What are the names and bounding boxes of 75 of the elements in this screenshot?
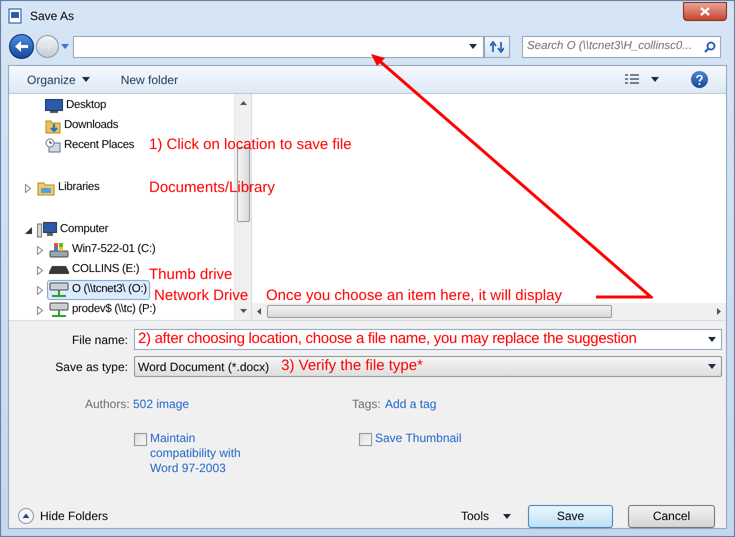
annotation-text: 3) Verify the file type* — [281, 356, 424, 376]
recent-places-icon — [45, 138, 61, 154]
search-icon — [704, 40, 716, 53]
checkbox-label: Maintain compatibility with Word 97-2003 — [150, 431, 242, 476]
word-document-icon — [8, 8, 24, 24]
organize-button[interactable]: Organize — [27, 70, 90, 88]
save-button[interactable]: Save — [528, 504, 613, 528]
nav-item[interactable]: COLLINS (E:) — [47, 260, 142, 280]
file-name-label: File name: — [70, 332, 129, 348]
scroll-up-icon[interactable] — [240, 101, 246, 105]
expand-arrow-icon[interactable] — [37, 306, 43, 314]
collapse-up-icon — [18, 508, 34, 524]
nav-item[interactable]: O (\\tcnet3\ (O:) — [47, 280, 150, 300]
search-field[interactable]: Search O (\\tcnet3\H_collinsc0... — [522, 36, 721, 58]
horizontal-scrollbar[interactable] — [252, 303, 726, 320]
refresh-icon — [490, 40, 504, 53]
authors-link[interactable]: 502 image — [133, 395, 190, 413]
caret-icon — [503, 514, 511, 518]
monitor-icon — [45, 99, 63, 113]
window-title: Save As — [30, 8, 74, 26]
view-options-button[interactable] — [625, 74, 659, 85]
help-button[interactable] — [691, 71, 708, 88]
network-drive-icon — [49, 282, 69, 298]
caret-icon — [82, 77, 90, 82]
expand-arrow-icon[interactable] — [25, 184, 31, 192]
history-caret-icon[interactable] — [61, 44, 69, 50]
nav-item[interactable]: Libraries — [35, 178, 102, 198]
help-icon — [696, 74, 703, 84]
save-as-type-label: Save as type: — [54, 358, 129, 376]
tools-button[interactable]: Tools — [460, 507, 511, 525]
authors-label: Authors: — [85, 396, 131, 413]
nav-item[interactable]: Recent Places — [43, 136, 138, 156]
library-folder-icon — [37, 180, 55, 196]
close-icon — [700, 6, 710, 16]
nav-item[interactable]: Downloads — [43, 116, 122, 136]
checkbox[interactable] — [134, 433, 147, 446]
scrollbar-thumb[interactable] — [267, 305, 612, 318]
checkbox-label: Save Thumbnail — [375, 431, 462, 446]
folder-download-icon — [45, 118, 61, 134]
dropdown-caret-icon — [708, 364, 716, 369]
caret-icon — [651, 77, 659, 82]
expand-arrow-icon[interactable] — [37, 286, 43, 294]
expanded-arrow-icon[interactable] — [25, 226, 32, 234]
nav-item[interactable]: Win7-522-01 (C:) — [47, 240, 158, 260]
expand-arrow-icon[interactable] — [37, 266, 43, 274]
back-arrow-icon — [15, 41, 28, 52]
network-drive-icon — [49, 302, 69, 318]
file-name-field[interactable]: 2) after choosing location, choose a file name, you may replace the suggestion — [134, 329, 722, 350]
add-tag-link[interactable]: Add a tag — [385, 395, 436, 413]
drive-icon — [49, 266, 69, 274]
nav-item[interactable]: Desktop — [43, 96, 110, 116]
hide-folders-button[interactable]: Hide Folders — [18, 507, 108, 525]
scroll-down-icon[interactable] — [240, 309, 246, 313]
checkbox[interactable] — [359, 433, 372, 446]
tags-label: Tags: — [352, 396, 382, 413]
dropdown-caret-icon — [708, 337, 716, 342]
close-button[interactable] — [683, 2, 727, 21]
refresh-button[interactable] — [484, 36, 510, 58]
annotation-text: Once you choose an item here, it will display — [266, 287, 562, 305]
back-button[interactable] — [9, 34, 34, 60]
address-field[interactable] — [73, 36, 484, 58]
cancel-button[interactable]: Cancel — [628, 504, 715, 528]
new-folder-button[interactable]: New folder — [120, 70, 178, 88]
system-drive-icon — [49, 242, 69, 258]
list-view-icon — [625, 74, 639, 85]
scroll-right-icon[interactable] — [717, 308, 721, 315]
dropdown-caret-icon — [469, 44, 477, 50]
nav-item[interactable]: Computer — [35, 220, 112, 240]
annotation-text: 1) Click on location to save file — [149, 136, 352, 154]
annotation-text: Documents/Library — [149, 179, 275, 197]
expand-arrow-icon[interactable] — [37, 246, 43, 254]
save-as-type-dropdown[interactable]: Word Document (*.docx) 3) Verify the file type* — [134, 356, 722, 377]
computer-icon — [37, 222, 57, 238]
annotation-text: Thumb drive — [149, 266, 232, 284]
scroll-left-icon[interactable] — [257, 308, 261, 315]
